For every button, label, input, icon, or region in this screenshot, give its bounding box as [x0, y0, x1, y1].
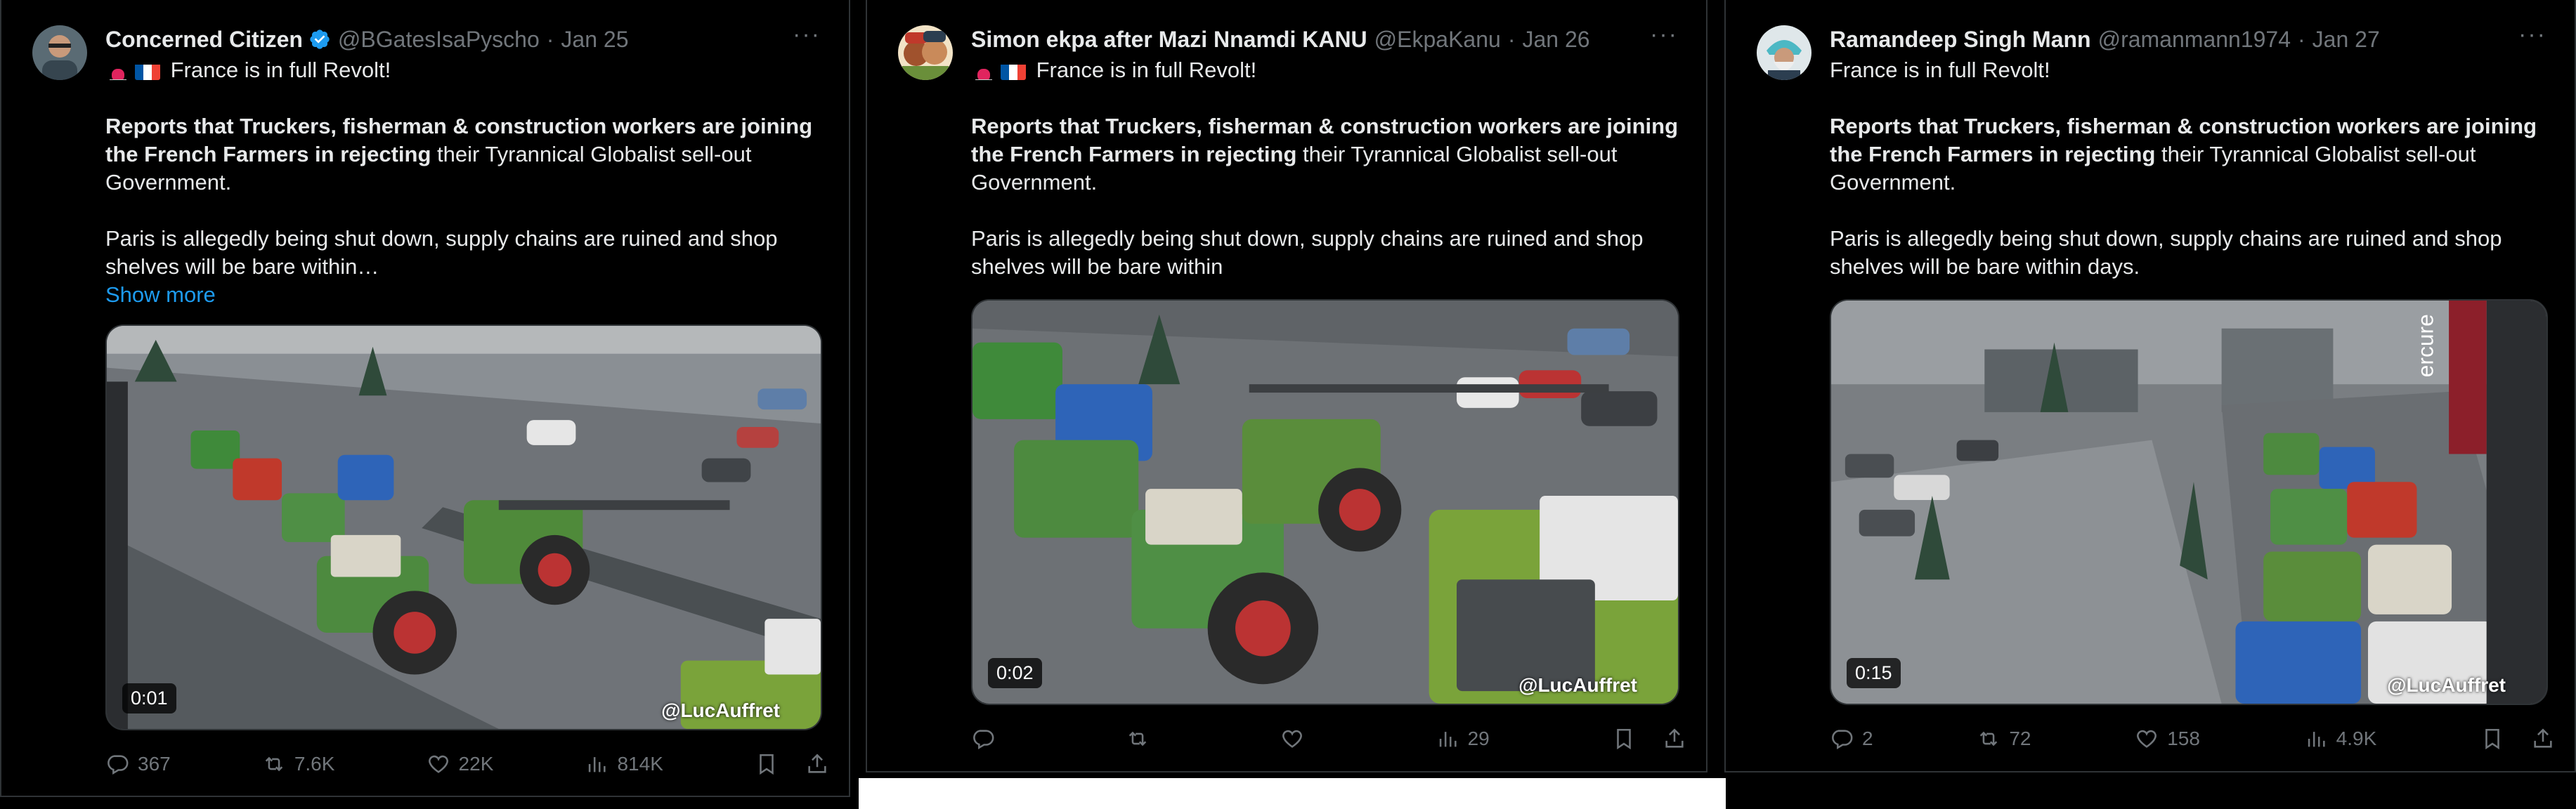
- repost-button[interactable]: 72: [1977, 727, 2031, 751]
- reply-button[interactable]: 2: [1830, 727, 1873, 751]
- video-watermark: @LucAuffret: [1518, 674, 1637, 696]
- repost-icon: [1980, 731, 1998, 746]
- bookmark-icon: [2485, 728, 2499, 750]
- tweet-card[interactable]: Concerned Citizen @BGatesIsaPyscho · Jan…: [0, 0, 850, 797]
- reply-icon: [1832, 730, 1853, 750]
- share-button[interactable]: [805, 752, 829, 776]
- show-more-link[interactable]: Show more: [105, 281, 822, 309]
- tweet-text: France is in full Revolt! Reports that T…: [971, 56, 1679, 281]
- reply-button[interactable]: 367: [105, 752, 171, 776]
- video-frame: ercure: [1831, 301, 2546, 704]
- video-player[interactable]: 0:01 @LucAuffret: [105, 324, 822, 730]
- views-count: 814K: [617, 753, 663, 775]
- views-button[interactable]: 814K: [585, 752, 663, 776]
- action-bar: 29: [971, 723, 1686, 754]
- repost-count: 7.6K: [294, 753, 335, 775]
- tweet-card[interactable]: Simon ekpa after Mazi Nnamdi KANU @EkpaK…: [866, 0, 1707, 772]
- verified-badge-icon: [308, 28, 331, 51]
- views-count: 29: [1467, 728, 1490, 749]
- france-flag-icon: [135, 62, 160, 80]
- france-flag-icon: [1001, 62, 1026, 80]
- video-frame: [107, 326, 821, 729]
- views-icon: [2308, 732, 2325, 747]
- tweet-text: France is in full Revolt! Reports that T…: [105, 56, 822, 309]
- share-icon: [1665, 728, 1684, 748]
- more-options-icon[interactable]: ···: [1650, 21, 1678, 48]
- reply-count: 367: [138, 753, 171, 775]
- avatar[interactable]: [32, 25, 87, 80]
- video-frame: [972, 301, 1678, 704]
- avatar[interactable]: [1757, 25, 1811, 80]
- siren-emoji-icon: [971, 62, 996, 80]
- tweet-date[interactable]: Jan 25: [561, 27, 628, 53]
- share-icon: [808, 754, 826, 773]
- share-button[interactable]: [2531, 727, 2555, 751]
- like-count: 158: [2167, 728, 2200, 749]
- avatar[interactable]: [898, 25, 953, 80]
- like-icon: [2137, 730, 2157, 748]
- like-count: 22K: [458, 753, 494, 775]
- author-handle[interactable]: @BGatesIsaPyscho: [338, 27, 540, 53]
- video-player[interactable]: 0:02 @LucAuffret: [971, 299, 1679, 705]
- author-handle[interactable]: @EkpaKanu: [1374, 27, 1501, 53]
- tweet-line1: France is in full Revolt!: [170, 58, 391, 82]
- video-timestamp: 0:02: [988, 658, 1042, 688]
- reply-count: 2: [1862, 728, 1873, 749]
- author-name[interactable]: Concerned Citizen: [105, 27, 303, 53]
- tweet-line1: France is in full Revolt!: [1830, 58, 2050, 82]
- repost-icon: [1128, 731, 1147, 746]
- tweet-text: France is in full Revolt! Reports that T…: [1830, 56, 2548, 281]
- white-gap-bottom: [859, 778, 1726, 809]
- tweet-para2: Paris is allegedly being shut down, supp…: [105, 226, 778, 279]
- repost-button[interactable]: 7.6K: [262, 752, 335, 776]
- author-name[interactable]: Simon ekpa after Mazi Nnamdi KANU: [971, 27, 1367, 53]
- bookmark-icon: [1617, 728, 1631, 750]
- author-name[interactable]: Ramandeep Singh Mann: [1830, 27, 2091, 53]
- bookmark-button[interactable]: [2480, 727, 2504, 751]
- share-button[interactable]: [1663, 727, 1686, 751]
- reply-button[interactable]: [971, 727, 1003, 751]
- store-sign-text: ercure: [2412, 314, 2438, 377]
- video-timestamp: 0:15: [1847, 658, 1901, 688]
- author-handle[interactable]: @ramanmann1974: [2098, 27, 2291, 53]
- tweet-line1: France is in full Revolt!: [1036, 58, 1257, 82]
- like-icon: [1282, 730, 1303, 748]
- tweet-date[interactable]: Jan 26: [1522, 27, 1589, 53]
- action-bar: 2 72 158 4.9K: [1830, 723, 2555, 754]
- video-timestamp: 0:01: [122, 683, 176, 713]
- repost-count: 72: [2009, 728, 2031, 749]
- more-options-icon[interactable]: ···: [2518, 21, 2546, 48]
- like-button[interactable]: 158: [2135, 727, 2200, 751]
- reply-icon: [108, 755, 129, 775]
- like-icon: [428, 755, 448, 773]
- tweet-para2: Paris is allegedly being shut down, supp…: [1830, 226, 2502, 279]
- video-player[interactable]: ercure 0:15 @LucAuffret: [1830, 299, 2548, 705]
- repost-icon: [265, 756, 283, 772]
- video-watermark: @LucAuffret: [661, 699, 780, 721]
- repost-button[interactable]: [1126, 727, 1158, 751]
- tweet-card[interactable]: Ramandeep Singh Mann @ramanmann1974 · Ja…: [1724, 0, 2576, 772]
- action-bar: 367 7.6K 22K 814K: [105, 749, 829, 780]
- views-button[interactable]: 4.9K: [2304, 727, 2377, 751]
- tweet-para2: Paris is allegedly being shut down, supp…: [971, 226, 1644, 279]
- more-options-icon[interactable]: ···: [793, 21, 821, 48]
- bookmark-button[interactable]: [755, 752, 779, 776]
- views-icon: [1439, 732, 1457, 747]
- views-icon: [589, 757, 606, 772]
- video-watermark: @LucAuffret: [2387, 674, 2506, 696]
- bookmark-icon: [760, 754, 774, 775]
- siren-emoji-icon: [105, 62, 131, 80]
- like-button[interactable]: [1280, 727, 1313, 751]
- like-button[interactable]: 22K: [427, 752, 494, 776]
- bookmark-button[interactable]: [1612, 727, 1636, 751]
- tweet-date[interactable]: Jan 27: [2312, 27, 2380, 53]
- reply-icon: [973, 730, 994, 750]
- share-icon: [2534, 728, 2552, 748]
- views-button[interactable]: 29: [1436, 727, 1490, 751]
- views-count: 4.9K: [2336, 728, 2377, 749]
